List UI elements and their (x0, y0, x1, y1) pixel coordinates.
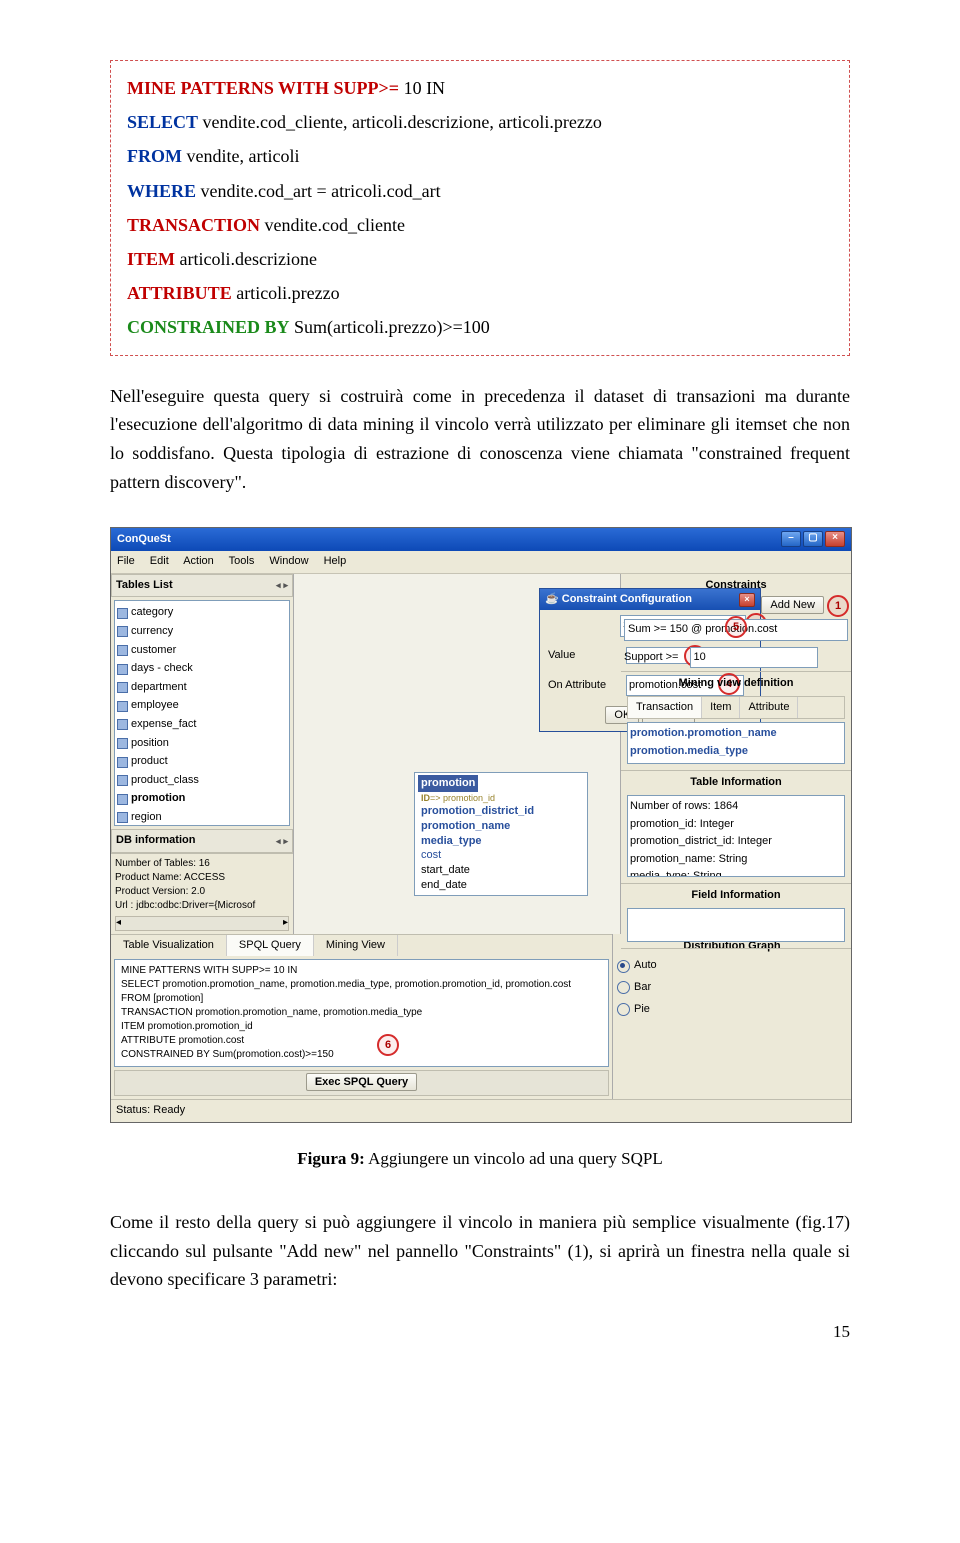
radio-pie[interactable]: Pie (617, 999, 847, 1021)
radio-auto[interactable]: Auto (617, 955, 847, 977)
bottom-tabs: Table Visualization SPQL Query Mining Vi… (111, 934, 612, 957)
value-label: Value (548, 647, 620, 665)
kw-item: ITEM (127, 249, 175, 269)
txt: vendite.cod_cliente (260, 215, 405, 235)
tables-listbox[interactable]: category currency customer days - check … (114, 600, 290, 826)
list-item[interactable]: category (131, 604, 173, 622)
field[interactable]: end_date (421, 878, 581, 893)
list-item[interactable]: expense_fact (131, 716, 196, 734)
list-item[interactable]: promotion (131, 790, 185, 808)
txt: vendite.cod_cliente, articoli.descrizion… (198, 112, 602, 132)
mining-list: promotion.promotion_name promotion.media… (627, 722, 845, 764)
kw-select: SELECT (127, 112, 198, 132)
schema-title: promotion (418, 775, 478, 792)
minimize-button[interactable]: – (781, 531, 801, 547)
app-title: ConQueSt (117, 531, 171, 549)
txt: vendite, articoli (182, 146, 299, 166)
titlebar: ConQueSt – ▢ × (111, 528, 851, 552)
field[interactable]: cost (421, 848, 581, 863)
menubar: File Edit Action Tools Window Help (111, 551, 851, 574)
table-schema-box[interactable]: promotion IDID=> promotion_id=> promotio… (414, 772, 588, 896)
coffee-icon: ☕ (545, 593, 559, 605)
kw-from: FROM (127, 146, 182, 166)
txt: articoli.prezzo (232, 283, 340, 303)
kw-transaction: TRANSACTION (127, 215, 260, 235)
paragraph-2: Come il resto della query si può aggiung… (110, 1208, 850, 1294)
support-input[interactable]: 10 (690, 647, 818, 669)
callout-5: 5 (725, 616, 747, 638)
kw-mine: MINE PATTERNS WITH SUPP>= (127, 78, 399, 98)
tab-spql[interactable]: SPQL Query (227, 935, 314, 957)
maximize-button[interactable]: ▢ (803, 531, 823, 547)
menu-file[interactable]: File (117, 555, 135, 567)
kw-where: WHERE (127, 181, 196, 201)
list-item[interactable]: department (131, 679, 187, 697)
mining-view-head: Mining view definition (624, 675, 848, 693)
paragraph-1: Nell'eseguire questa query si costruirà … (110, 382, 850, 497)
constraint-line[interactable]: Sum >= 150 @ promotion.cost 5 (624, 619, 848, 641)
list-item[interactable]: employee (131, 697, 179, 715)
close-button[interactable]: × (825, 531, 845, 547)
status-bar: Status: Ready (111, 1099, 851, 1122)
tables-list-head: Tables List ◂▸ (111, 574, 293, 598)
menu-window[interactable]: Window (269, 555, 308, 567)
tab-attribute[interactable]: Attribute (740, 697, 798, 719)
menu-action[interactable]: Action (183, 555, 214, 567)
list-item[interactable]: days - check (131, 660, 193, 678)
txt: vendite.cod_art = atricoli.cod_art (196, 181, 441, 201)
table-info-head: Table Information (624, 774, 848, 792)
tab-item[interactable]: Item (702, 697, 740, 719)
field-info-head: Field Information (624, 887, 848, 905)
mining-tabs: Transaction Item Attribute (627, 696, 845, 720)
exec-query-button[interactable]: Exec SPQL Query (306, 1073, 417, 1091)
kw-constrained: CONSTRAINED BY (127, 317, 290, 337)
db-info: Number of Tables: 16 Product Name: ACCES… (111, 853, 293, 934)
attr-label: On Attribute (548, 677, 620, 695)
list-item[interactable]: customer (131, 642, 176, 660)
menu-tools[interactable]: Tools (229, 555, 255, 567)
radio-bar[interactable]: Bar (617, 977, 847, 999)
table-info-list: Number of rows: 1864 promotion_id: Integ… (627, 795, 845, 877)
field[interactable]: promotion_name (421, 819, 581, 834)
constraints-head: Constraints (624, 577, 848, 595)
callout-1: 1 (827, 595, 849, 617)
tab-tableviz[interactable]: Table Visualization (111, 935, 227, 957)
add-new-button[interactable]: Add New (761, 596, 824, 614)
list-item[interactable]: product_class (131, 772, 199, 790)
sql-code-block: MINE PATTERNS WITH SUPP>= 10 IN SELECT v… (110, 60, 850, 356)
screenshot-figure: ConQueSt – ▢ × File Edit Action Tools Wi… (110, 527, 850, 1123)
list-item[interactable]: position (131, 735, 169, 753)
txt: Sum(articoli.prezzo)>=100 (290, 317, 490, 337)
list-item[interactable]: currency (131, 623, 173, 641)
pk-row: IDID=> promotion_id=> promotion_id (421, 792, 581, 804)
txt: articoli.descrizione (175, 249, 317, 269)
support-label: Support >= (624, 651, 678, 663)
field[interactable]: promotion_district_id (421, 804, 581, 819)
figure-caption: Figura 9: Aggiungere un vincolo ad una q… (110, 1145, 850, 1172)
menu-edit[interactable]: Edit (150, 555, 169, 567)
menu-help[interactable]: Help (324, 555, 347, 567)
field[interactable]: media_type (421, 834, 581, 849)
tab-miningview[interactable]: Mining View (314, 935, 398, 957)
page-number: 15 (110, 1318, 850, 1345)
field[interactable]: start_date (421, 863, 581, 878)
tab-transaction[interactable]: Transaction (628, 697, 702, 719)
kw-attribute: ATTRIBUTE (127, 283, 232, 303)
db-info-head: DB information ◂▸ (111, 829, 293, 853)
spql-query-text[interactable]: MINE PATTERNS WITH SUPP>= 10 IN SELECT p… (114, 959, 609, 1067)
txt: 10 IN (399, 78, 445, 98)
list-item[interactable]: region (131, 809, 162, 826)
list-item[interactable]: product (131, 753, 168, 771)
field-info-list (627, 908, 845, 942)
